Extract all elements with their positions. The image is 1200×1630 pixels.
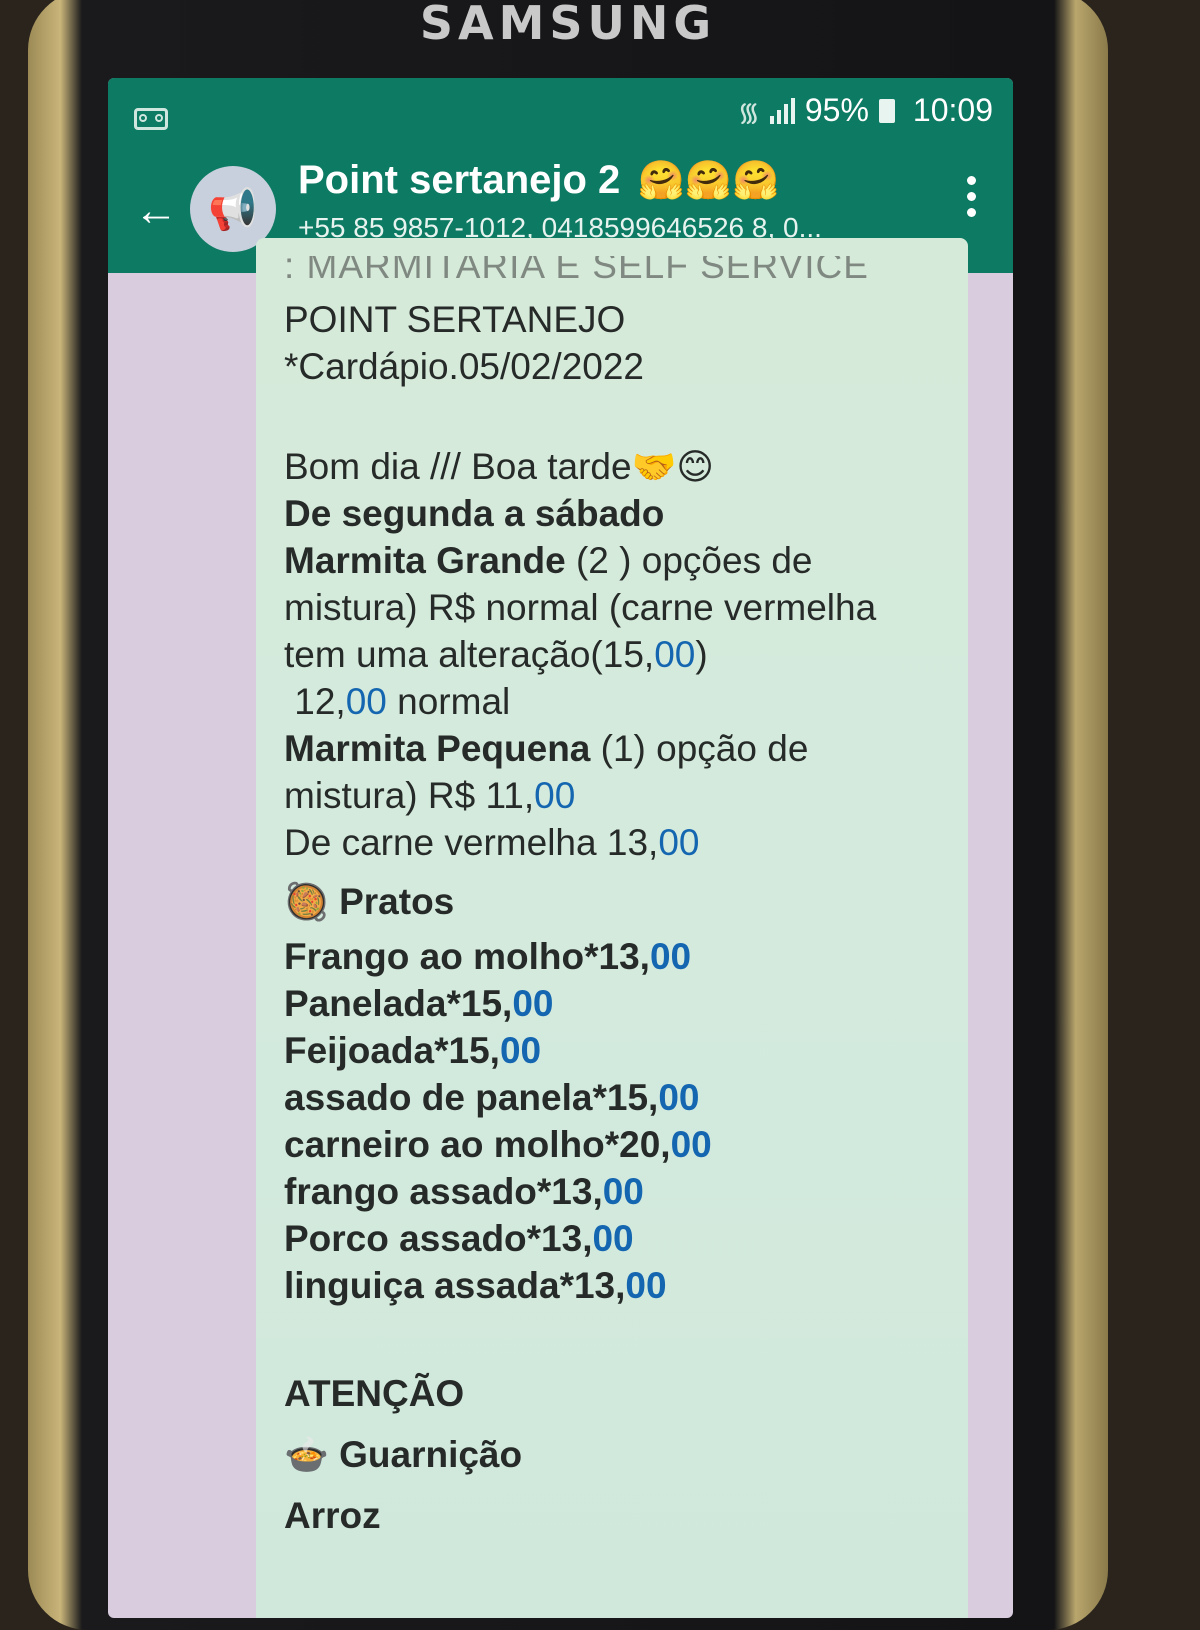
marmita-pequena-line3: De carne vermelha 13,00 — [284, 819, 974, 866]
voicemail-icon — [134, 108, 168, 130]
prato-item: Feijoada*15,00 — [284, 1027, 974, 1074]
handshake-smile-emojis: 🤝😊 — [631, 446, 714, 487]
restaurant-name: POINT SERTANEJO — [284, 299, 626, 340]
pratos-heading: 🥘 Pratos — [284, 878, 974, 925]
greeting: Bom dia /// Boa tarde🤝😊 — [284, 443, 974, 490]
prato-cents: 00 — [625, 1265, 667, 1306]
cut-off-line: : MARMITARIA E SELF SERVICE — [284, 256, 869, 286]
prato-name: linguiça assada*13, — [284, 1265, 626, 1306]
clock: 10:09 — [912, 92, 993, 128]
wifi-icon: ᯾ — [737, 96, 760, 127]
food-bowl-emoji: 🍲 — [284, 1434, 329, 1475]
marmita-grande-line2: mistura) R$ normal (carne vermelha — [284, 587, 877, 628]
prato-item: Frango ao molho*13,00 — [284, 933, 974, 980]
prato-name: Feijoada*15, — [284, 1030, 500, 1071]
prato-name: Panelada*15, — [284, 983, 513, 1024]
marmita-grande-label: Marmita Grande — [284, 540, 566, 581]
prato-item: Porco assado*13,00 — [284, 1215, 974, 1262]
text-part: normal — [386, 681, 511, 722]
prato-item: linguiça assada*13,00 — [284, 1262, 974, 1309]
cents: 00 — [658, 822, 700, 863]
text-part: ) — [695, 634, 708, 675]
prato-cents: 00 — [499, 1030, 542, 1071]
message-bubble[interactable]: : MARMITARIA E SELF SERVICE POINT SERTAN… — [256, 238, 968, 1618]
prato-name: frango assado*13, — [284, 1171, 603, 1212]
marmita-grande-line: Marmita Grande (2 ) opções de — [284, 537, 974, 584]
overflow-menu-icon[interactable] — [967, 176, 977, 217]
paella-pan-emoji: 🥘 — [284, 881, 329, 922]
marmita-pequena-options: (1) opção de — [590, 728, 809, 769]
marmita-grande-line4: 12,00 normal — [284, 678, 974, 725]
guarnicao-heading: 🍲 Guarnição — [284, 1431, 974, 1478]
signal-icon — [769, 97, 795, 124]
back-arrow-icon[interactable]: ← — [134, 186, 178, 236]
cents: 00 — [345, 681, 387, 722]
text-part: 12, — [284, 681, 346, 722]
guarnicao-title: Guarnição — [339, 1434, 523, 1475]
arroz-item: Arroz — [284, 1495, 381, 1536]
marmita-grande-line3: tem uma alteração(15,00) — [284, 631, 974, 678]
text-part: De carne vermelha 13, — [284, 822, 659, 863]
status-bar: ᯾ 95% 10:09 — [738, 92, 993, 129]
prato-cents: 00 — [512, 983, 554, 1024]
marmita-pequena-line: Marmita Pequena (1) opção de — [284, 725, 974, 772]
prato-item: carneiro ao molho*20,00 — [284, 1121, 974, 1168]
prato-name: assado de panela*15, — [284, 1077, 659, 1118]
greeting-text: Bom dia /// Boa tarde — [284, 446, 632, 487]
prato-name: carneiro ao molho*20, — [284, 1124, 671, 1165]
pratos-list: Frango ao molho*13,00 Panelada*15,00 Fei… — [284, 933, 974, 1309]
chat-title[interactable]: Point sertanejo 2 🤗🤗🤗 — [298, 158, 779, 203]
prato-item: frango assado*13,00 — [284, 1168, 974, 1215]
atencao-heading: ATENÇÃO — [284, 1373, 465, 1414]
prato-cents: 00 — [649, 936, 692, 977]
marmita-pequena-line2: mistura) R$ 11,00 — [284, 772, 974, 819]
pratos-title: Pratos — [339, 881, 455, 922]
battery-level: 95% — [804, 92, 869, 128]
prato-cents: 00 — [658, 1077, 700, 1118]
marmita-pequena-label: Marmita Pequena — [284, 728, 591, 769]
prato-item: assado de panela*15,00 — [284, 1074, 974, 1121]
text-part: tem uma alteração(15, — [284, 634, 655, 675]
text-part: mistura) R$ 11, — [284, 775, 535, 816]
menu-date: *Cardápio.05/02/2022 — [284, 346, 645, 387]
prato-name: Frango ao molho*13, — [284, 936, 650, 977]
battery-icon — [878, 98, 895, 123]
cents: 00 — [654, 634, 696, 675]
megaphone-icon: 📢 — [208, 187, 258, 232]
prato-name: Porco assado*13, — [284, 1218, 593, 1259]
message-text: : MARMITARIA E SELF SERVICE POINT SERTAN… — [284, 238, 974, 1539]
prato-cents: 00 — [592, 1218, 634, 1259]
phone-frame: SAMSUNG ᯾ 95% 10:09 ← 📢 Point sertanejo … — [28, 0, 1108, 1630]
prato-cents: 00 — [602, 1171, 644, 1212]
hugging-face-emojis: 🤗🤗🤗 — [637, 160, 780, 202]
cents: 00 — [534, 775, 576, 816]
marmita-grande-options: (2 ) opções de — [565, 540, 813, 581]
prato-cents: 00 — [670, 1124, 712, 1165]
phone-screen: ᯾ 95% 10:09 ← 📢 Point sertanejo 2 🤗🤗🤗 +5… — [108, 78, 1013, 1618]
device-brand: SAMSUNG — [419, 0, 717, 50]
chat-title-text: Point sertanejo 2 — [298, 158, 621, 202]
days-line: De segunda a sábado — [284, 493, 665, 534]
prato-item: Panelada*15,00 — [284, 980, 974, 1027]
